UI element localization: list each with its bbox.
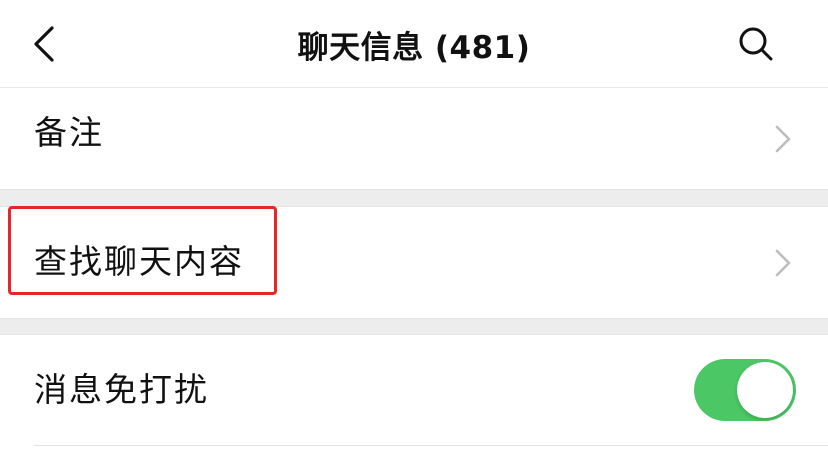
back-button[interactable] [18,18,70,70]
mute-notifications-label: 消息免打扰 [34,370,209,409]
row-divider [34,445,828,446]
search-chat-content-row[interactable]: 查找聊天内容 [0,207,828,318]
section-separator [0,318,828,335]
remark-row[interactable]: 备注 [0,89,828,189]
search-button[interactable] [728,18,784,70]
search-icon [739,27,773,61]
chat-info-screen: 聊天信息 (481) 备注 查找聊天内容 消息免打扰 [0,0,828,457]
toggle-knob [737,362,793,418]
search-chat-content-label: 查找聊天内容 [34,242,244,281]
section-separator [0,189,828,207]
chevron-left-icon [34,26,54,62]
mute-notifications-toggle[interactable] [694,359,796,421]
chevron-right-icon [772,248,794,278]
page-title: 聊天信息 (481) [297,29,531,66]
mute-notifications-row: 消息免打扰 [0,335,828,446]
remark-label: 备注 [34,113,104,152]
chevron-right-icon [772,124,794,154]
top-navigation-bar: 聊天信息 (481) [0,0,828,88]
